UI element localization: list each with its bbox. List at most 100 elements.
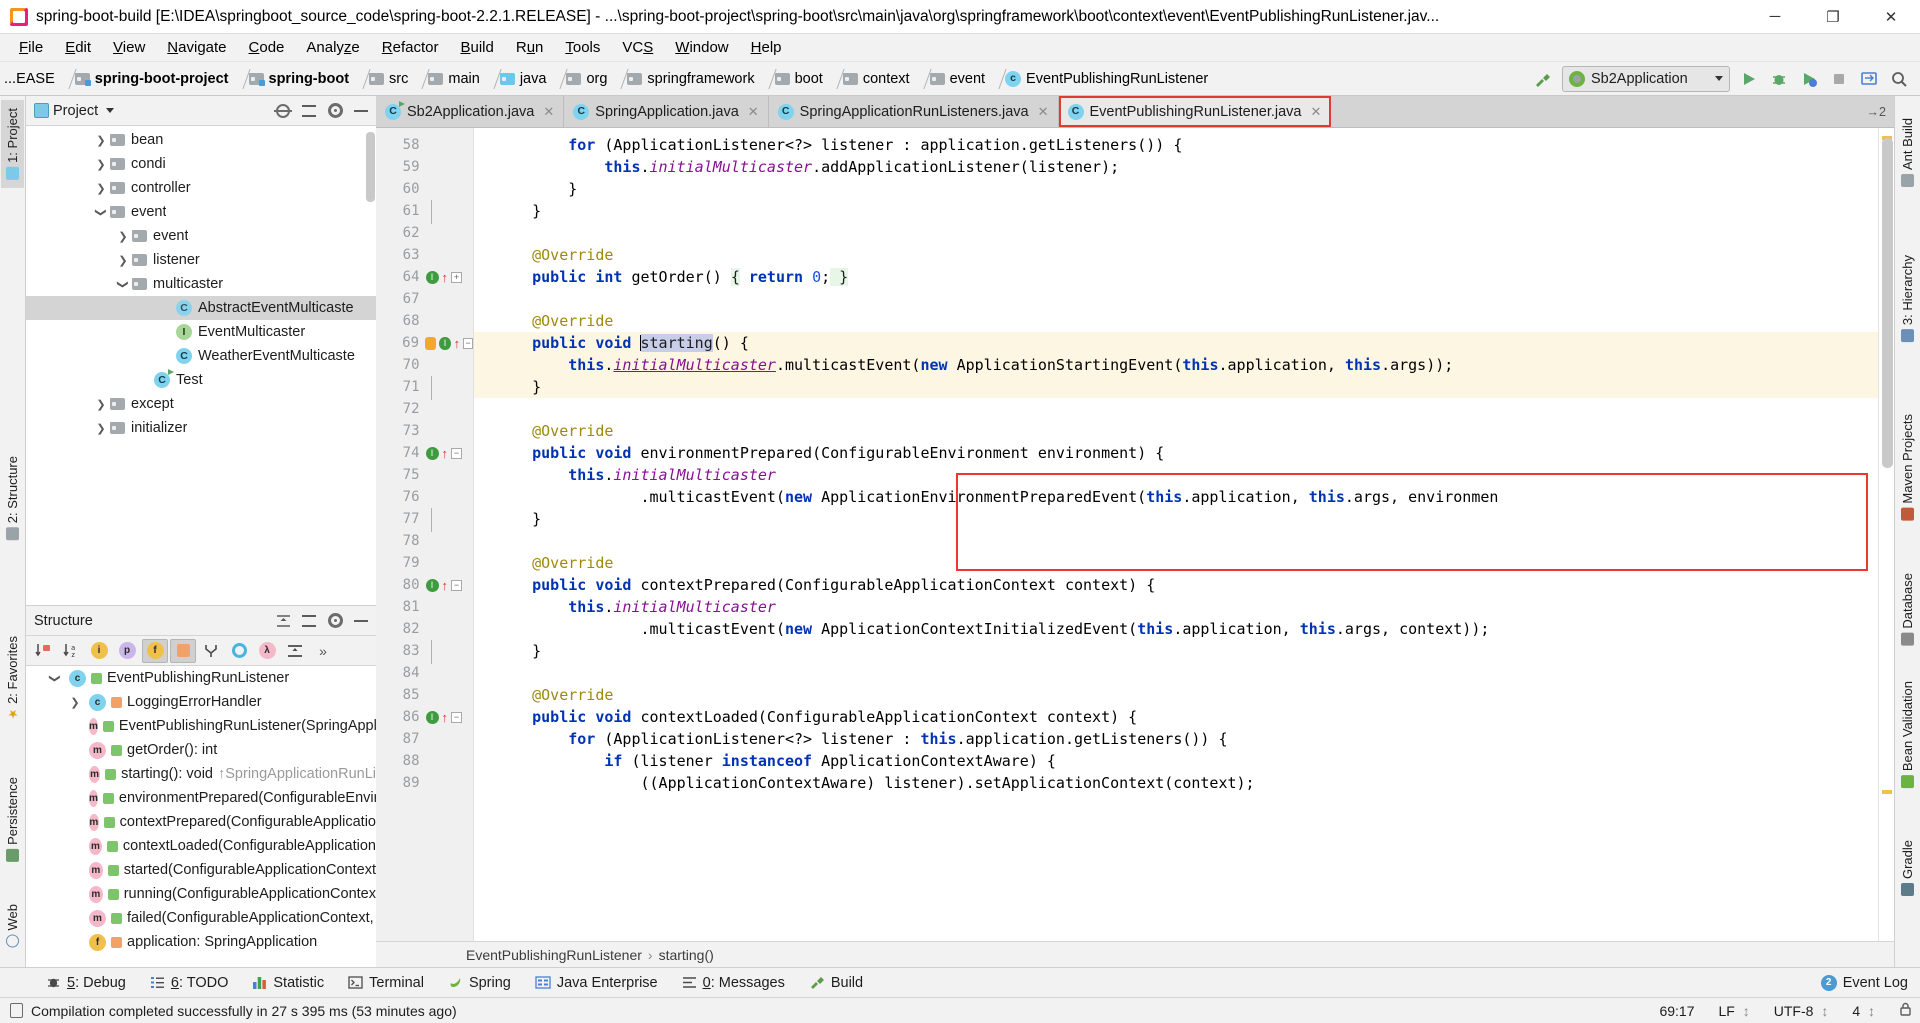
chevron-right-icon[interactable]: ❯ bbox=[66, 864, 84, 877]
menu-tools[interactable]: Tools bbox=[554, 36, 611, 59]
implements-method-icon[interactable]: I bbox=[425, 710, 439, 724]
project-tree-item[interactable]: ❯ multicaster bbox=[26, 272, 376, 296]
hide-project-button[interactable] bbox=[350, 100, 372, 122]
menu-vcs[interactable]: VCS bbox=[611, 36, 664, 59]
gutter-row[interactable]: 75 bbox=[376, 464, 473, 486]
run-button[interactable] bbox=[1734, 65, 1764, 93]
structure-tree-item[interactable]: ❯ m getOrder(): int bbox=[26, 738, 376, 762]
structure-tree-item[interactable]: ❯ m environmentPrepared(ConfigurableEnvir bbox=[26, 786, 376, 810]
implements-method-icon[interactable]: I bbox=[439, 336, 451, 350]
update-application-button[interactable] bbox=[1854, 65, 1884, 93]
bottom-tab-java-enterprise[interactable]: Java Enterprise bbox=[523, 972, 670, 994]
show-fields-button[interactable]: f bbox=[142, 638, 168, 663]
breadcrumb-item-context[interactable]: context bbox=[839, 66, 917, 92]
sidebar-item-structure[interactable]: 2: Structure bbox=[1, 448, 24, 548]
gutter-row[interactable]: 69 I ↑ − bbox=[376, 332, 473, 354]
menu-code[interactable]: Code bbox=[238, 36, 296, 59]
indent-selector[interactable]: 4 ↕ bbox=[1844, 1003, 1883, 1019]
gutter-row[interactable]: 85 bbox=[376, 684, 473, 706]
menu-refactor[interactable]: Refactor bbox=[371, 36, 450, 59]
close-icon[interactable]: ✕ bbox=[1038, 104, 1049, 120]
gutter-row[interactable]: 80 I ↑ − bbox=[376, 574, 473, 596]
project-tree-item[interactable]: ❯CTest bbox=[26, 368, 376, 392]
chevron-right-icon[interactable]: ❯ bbox=[92, 398, 110, 411]
chevron-right-icon[interactable]: ❯ bbox=[66, 936, 84, 949]
chevron-right-icon[interactable]: ❯ bbox=[158, 350, 176, 363]
chevron-right-icon[interactable]: ❯ bbox=[66, 792, 84, 805]
gutter-row[interactable]: 87 bbox=[376, 728, 473, 750]
collapse-all-button[interactable] bbox=[298, 100, 320, 122]
structure-tree[interactable]: ❯ c EventPublishingRunListener ❯ c LoggingErr… bbox=[26, 666, 376, 967]
bottom-tab-debug[interactable]: 5: Debug bbox=[34, 972, 138, 994]
project-settings-button[interactable] bbox=[324, 100, 346, 122]
intention-bulb-icon[interactable] bbox=[425, 336, 437, 350]
project-tree-item[interactable]: ❯ initializer bbox=[26, 416, 376, 440]
breadcrumb-item-main[interactable]: main bbox=[424, 66, 486, 92]
project-tree-item[interactable]: ❯ except bbox=[26, 392, 376, 416]
expand-all-button[interactable] bbox=[272, 610, 294, 632]
sidebar-item-web[interactable]: Web bbox=[1, 896, 24, 956]
gutter-row[interactable]: 82 bbox=[376, 618, 473, 640]
gutter-row[interactable]: 58 bbox=[376, 134, 473, 156]
fold-collapse-icon[interactable]: − bbox=[451, 711, 463, 723]
chevron-right-icon[interactable]: ❯ bbox=[158, 326, 176, 339]
project-tree-item[interactable]: ❯C WeatherEventMulticaste bbox=[26, 344, 376, 368]
chevron-right-icon[interactable]: ❯ bbox=[136, 374, 154, 387]
chevron-right-icon[interactable]: ❯ bbox=[158, 302, 176, 315]
bottom-tab-spring[interactable]: Spring bbox=[436, 972, 523, 994]
bottom-tab-build[interactable]: Build bbox=[797, 972, 875, 994]
code-line[interactable]: } bbox=[474, 508, 1878, 530]
gutter-row[interactable]: 59 bbox=[376, 156, 473, 178]
code-line[interactable]: this.initialMulticaster.multicastEvent(n… bbox=[474, 354, 1878, 376]
project-tree-item[interactable]: ❯I EventMulticaster bbox=[26, 320, 376, 344]
chevron-right-icon[interactable]: ❯ bbox=[92, 422, 110, 435]
code-line[interactable]: for (ApplicationListener<?> listener : t… bbox=[474, 728, 1878, 750]
chevron-right-icon[interactable]: ❯ bbox=[66, 912, 84, 925]
breadcrumb-item-springframework[interactable]: springframework bbox=[623, 66, 761, 92]
chevron-right-icon[interactable]: ❯ bbox=[66, 816, 84, 829]
close-button[interactable]: ✕ bbox=[1862, 0, 1920, 34]
project-tree-item[interactable]: ❯ controller bbox=[26, 176, 376, 200]
close-icon[interactable]: ✕ bbox=[1311, 104, 1322, 120]
editor-marker-strip[interactable] bbox=[1878, 128, 1894, 941]
gutter-row[interactable]: 77 bbox=[376, 507, 473, 532]
implements-method-icon[interactable]: I bbox=[425, 446, 439, 460]
sidebar-item-bean-validation[interactable]: Bean Validation bbox=[1896, 673, 1919, 796]
gutter-row[interactable]: 70 bbox=[376, 354, 473, 376]
minimize-button[interactable]: ─ bbox=[1746, 0, 1804, 34]
structure-tree-item[interactable]: ❯ m started(ConfigurableApplicationContext bbox=[26, 858, 376, 882]
gutter-row[interactable]: 61 bbox=[376, 199, 473, 224]
gutter-row[interactable]: 63 bbox=[376, 244, 473, 266]
gutter-row[interactable]: 81 bbox=[376, 596, 473, 618]
gutter-row[interactable]: 73 bbox=[376, 420, 473, 442]
sidebar-item-gradle[interactable]: Gradle bbox=[1896, 832, 1919, 904]
bottom-tab-statistic[interactable]: Statistic bbox=[240, 972, 336, 994]
code-line[interactable] bbox=[474, 530, 1878, 552]
sidebar-item-persistence[interactable]: Persistence bbox=[1, 769, 24, 870]
gutter-row[interactable]: 86 I ↑ − bbox=[376, 706, 473, 728]
breadcrumb-method[interactable]: starting() bbox=[659, 947, 714, 963]
structure-tree-item[interactable]: ❯ c LoggingErrorHandler bbox=[26, 690, 376, 714]
breadcrumb-item-src[interactable]: src bbox=[365, 66, 415, 92]
gutter-row[interactable]: 88 bbox=[376, 750, 473, 772]
menu-help[interactable]: Help bbox=[740, 36, 793, 59]
breadcrumb-item-spring-boot-project[interactable]: spring-boot-project bbox=[71, 66, 236, 92]
implements-method-icon[interactable]: I bbox=[425, 578, 439, 592]
code-line[interactable]: @Override bbox=[474, 552, 1878, 574]
editor-gutter[interactable]: 58 59 60 61 62 63 64 I ↑ +67 68 69 I ↑ −70 71 72 73 74 I ↑ −7… bbox=[376, 128, 474, 941]
code-line[interactable]: } bbox=[474, 376, 1878, 398]
bottom-tab-todo[interactable]: 6: TODO bbox=[138, 972, 241, 994]
event-log-button[interactable]: 2 Event Log bbox=[1809, 972, 1920, 994]
caret-position[interactable]: 69:17 bbox=[1651, 1003, 1702, 1019]
chevron-right-icon[interactable]: ❯ bbox=[92, 134, 110, 147]
fold-collapse-icon[interactable]: − bbox=[451, 447, 463, 459]
sort-alphabetically-button[interactable]: az bbox=[58, 639, 84, 663]
chevron-right-icon[interactable]: ❯ bbox=[92, 158, 110, 171]
code-line[interactable]: for (ApplicationListener<?> listener : a… bbox=[474, 134, 1878, 156]
project-tree-item[interactable]: ❯ event bbox=[26, 224, 376, 248]
fold-region-end-icon[interactable] bbox=[426, 639, 437, 664]
group-methods-button[interactable] bbox=[198, 639, 224, 663]
gutter-row[interactable]: 79 bbox=[376, 552, 473, 574]
fold-region-end-icon[interactable] bbox=[426, 507, 437, 532]
breadcrumb-item-event[interactable]: event bbox=[926, 66, 992, 92]
